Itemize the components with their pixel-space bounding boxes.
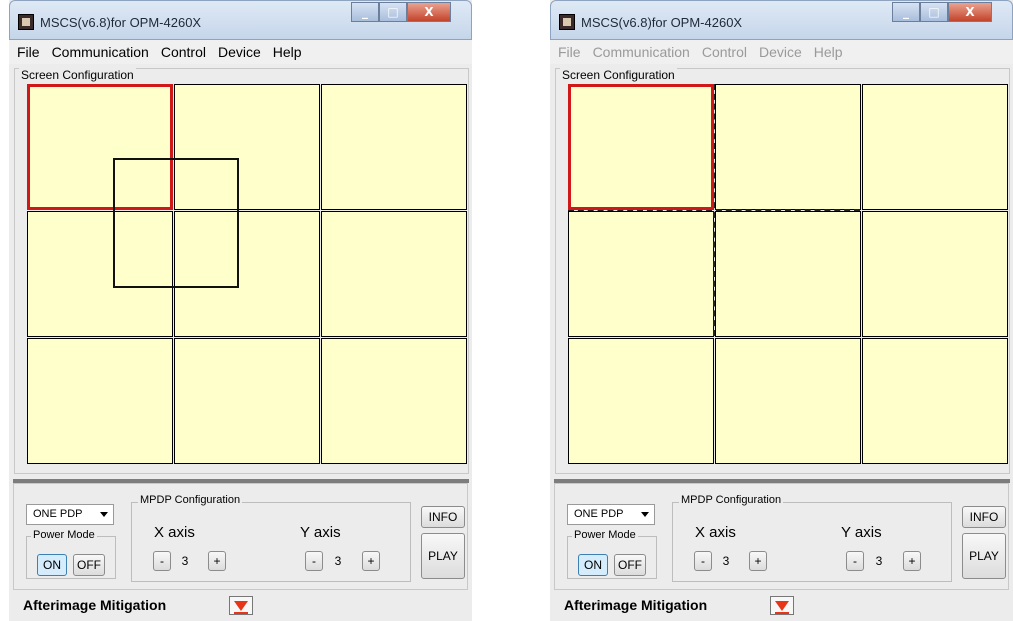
menu-bar: File Communication Control Device Help xyxy=(550,40,1013,64)
screen-cell[interactable] xyxy=(862,84,1008,210)
one-pdp-select[interactable]: ONE PDP xyxy=(567,504,655,525)
x-axis-label: X axis xyxy=(695,524,736,541)
maximize-icon: □ xyxy=(928,5,940,19)
y-decrement-button[interactable]: - xyxy=(846,551,864,571)
menu-control[interactable]: Control xyxy=(702,44,747,60)
power-on-button[interactable]: ON xyxy=(37,554,67,576)
play-button[interactable]: PLAY xyxy=(421,533,465,579)
afterimage-mitigation-label: Afterimage Mitigation xyxy=(23,597,167,613)
info-button[interactable]: INFO xyxy=(421,506,465,528)
screen-cell[interactable] xyxy=(174,338,320,464)
x-increment-button[interactable]: + xyxy=(208,551,226,571)
mpdp-configuration-label: MPDP Configuration xyxy=(138,494,243,506)
x-axis-value: 3 xyxy=(722,554,730,568)
close-icon: X xyxy=(424,5,434,19)
close-icon: X xyxy=(965,5,975,19)
power-off-button[interactable]: OFF xyxy=(73,554,105,576)
screen-grid xyxy=(21,83,467,471)
close-button[interactable]: X xyxy=(407,2,451,22)
power-mode-label: Power Mode xyxy=(572,529,638,541)
screen-cell[interactable] xyxy=(862,211,1008,337)
menu-help[interactable]: Help xyxy=(273,44,302,60)
play-button[interactable]: PLAY xyxy=(962,533,1006,579)
one-pdp-value: ONE PDP xyxy=(33,508,83,520)
selected-screen-highlight xyxy=(568,84,714,210)
info-button[interactable]: INFO xyxy=(962,506,1006,528)
app-window-right: MSCS(v6.8)for OPM-4260X _ □ X File Commu… xyxy=(550,0,1013,621)
power-mode-label: Power Mode xyxy=(31,529,97,541)
menu-communication[interactable]: Communication xyxy=(593,44,690,60)
window-title: MSCS(v6.8)for OPM-4260X xyxy=(581,15,743,30)
y-decrement-button[interactable]: - xyxy=(305,551,323,571)
window-title: MSCS(v6.8)for OPM-4260X xyxy=(40,15,202,30)
menu-device[interactable]: Device xyxy=(218,44,261,60)
screen-cell[interactable] xyxy=(715,211,861,337)
one-pdp-select[interactable]: ONE PDP xyxy=(26,504,114,525)
screen-cell[interactable] xyxy=(321,338,467,464)
menu-file[interactable]: File xyxy=(17,44,40,60)
screen-cell[interactable] xyxy=(27,338,173,464)
x-decrement-button[interactable]: - xyxy=(153,551,171,571)
title-bar[interactable]: MSCS(v6.8)for OPM-4260X _ □ X xyxy=(550,0,1013,40)
power-on-button[interactable]: ON xyxy=(578,554,608,576)
chevron-down-icon xyxy=(641,512,649,517)
screen-cell[interactable] xyxy=(321,84,467,210)
close-button[interactable]: X xyxy=(948,2,992,22)
screen-cell[interactable] xyxy=(321,211,467,337)
chevron-down-icon xyxy=(100,512,108,517)
title-bar[interactable]: MSCS(v6.8)for OPM-4260X _ □ X xyxy=(9,0,472,40)
minimize-icon: _ xyxy=(362,5,368,19)
screen-cell[interactable] xyxy=(715,338,861,464)
menu-communication[interactable]: Communication xyxy=(52,44,149,60)
menu-help[interactable]: Help xyxy=(814,44,843,60)
one-pdp-value: ONE PDP xyxy=(574,508,624,520)
x-decrement-button[interactable]: - xyxy=(694,551,712,571)
menu-control[interactable]: Control xyxy=(161,44,206,60)
y-increment-button[interactable]: + xyxy=(903,551,921,571)
drag-selection-box[interactable] xyxy=(113,158,239,288)
app-icon xyxy=(559,14,575,30)
minimize-button[interactable]: _ xyxy=(351,2,379,22)
maximize-button[interactable]: □ xyxy=(379,2,407,22)
screen-cell[interactable] xyxy=(862,338,1008,464)
power-off-button[interactable]: OFF xyxy=(614,554,646,576)
screen-grid xyxy=(562,83,1008,471)
y-axis-label: Y axis xyxy=(300,524,341,541)
app-window-left: MSCS(v6.8)for OPM-4260X _ □ X File Commu… xyxy=(9,0,472,621)
x-axis-label: X axis xyxy=(154,524,195,541)
y-axis-value: 3 xyxy=(875,554,883,568)
menu-bar: File Communication Control Device Help xyxy=(9,40,472,64)
maximize-icon: □ xyxy=(387,5,399,19)
menu-file[interactable]: File xyxy=(558,44,581,60)
minimize-icon: _ xyxy=(903,5,909,19)
y-axis-label: Y axis xyxy=(841,524,882,541)
x-increment-button[interactable]: + xyxy=(749,551,767,571)
screen-cell[interactable] xyxy=(568,211,714,337)
screen-configuration-label: Screen Configuration xyxy=(560,68,677,82)
minimize-button[interactable]: _ xyxy=(892,2,920,22)
afterimage-mitigation-label: Afterimage Mitigation xyxy=(564,597,708,613)
screen-configuration-label: Screen Configuration xyxy=(19,68,136,82)
afterimage-toggle-button[interactable] xyxy=(770,596,794,615)
screen-cell[interactable] xyxy=(715,84,861,210)
menu-device[interactable]: Device xyxy=(759,44,802,60)
app-icon xyxy=(18,14,34,30)
afterimage-toggle-button[interactable] xyxy=(229,596,253,615)
mpdp-configuration-label: MPDP Configuration xyxy=(679,494,784,506)
screen-cell[interactable] xyxy=(568,338,714,464)
y-increment-button[interactable]: + xyxy=(362,551,380,571)
x-axis-value: 3 xyxy=(181,554,189,568)
maximize-button[interactable]: □ xyxy=(920,2,948,22)
y-axis-value: 3 xyxy=(334,554,342,568)
